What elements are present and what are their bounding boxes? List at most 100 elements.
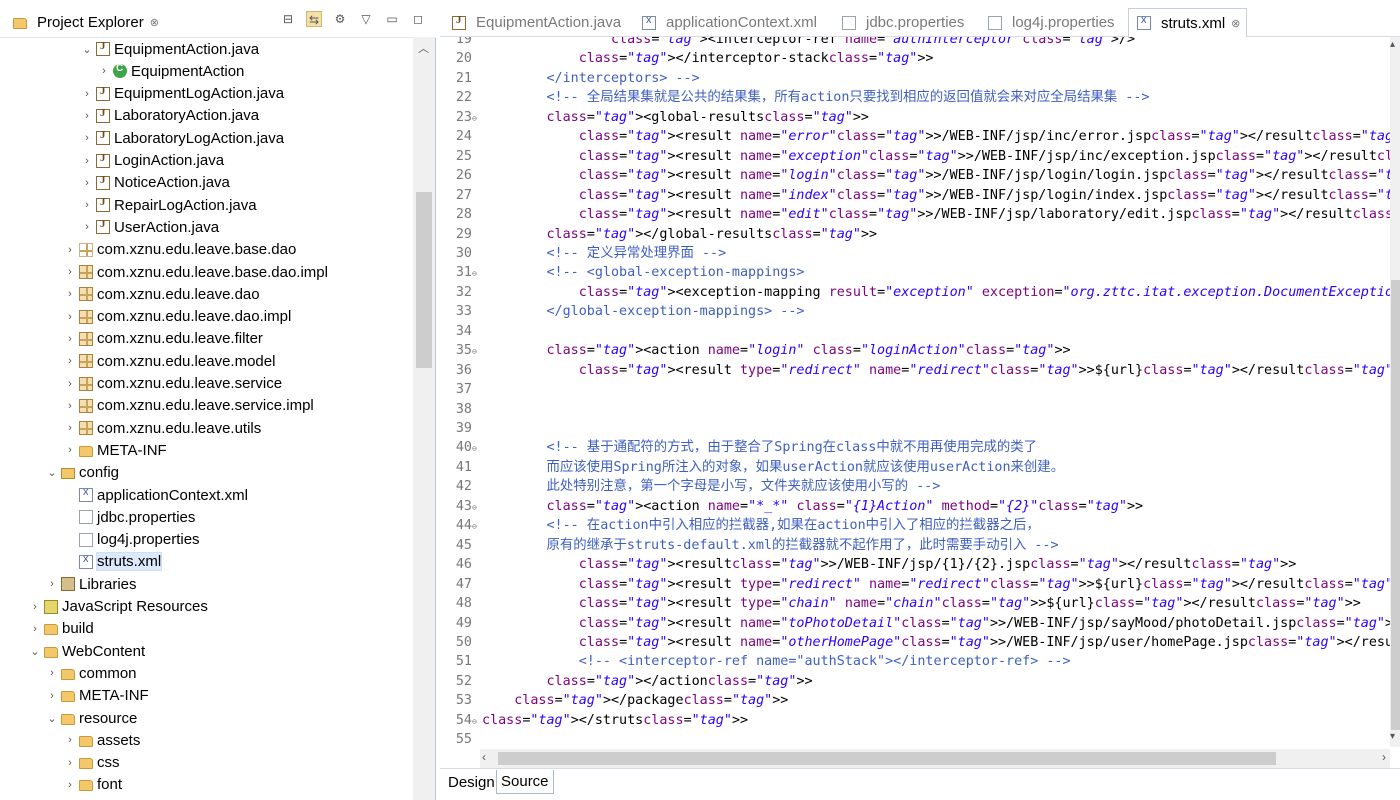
scroll-right-icon[interactable]: ›	[1382, 750, 1386, 764]
tree-item[interactable]: › LaboratoryAction.java	[80, 105, 259, 127]
chevron-down-icon[interactable]: ▽	[358, 11, 374, 27]
code-line[interactable]: 25 class="tag"><result name="exception"c…	[440, 147, 1390, 166]
editor-tab[interactable]: struts.xml ⊗	[1128, 8, 1248, 37]
code-line[interactable]: 41 而应该使用Spring所注入的对象，如果userAction就应该使用us…	[440, 458, 1390, 477]
tree-item[interactable]: › assets	[63, 729, 140, 751]
fold-toggle-icon[interactable]: ⊖	[472, 342, 482, 361]
tab-source[interactable]: Source	[496, 770, 554, 794]
tree-item[interactable]: › com.xznu.edu.leave.service.impl	[63, 395, 314, 417]
tree-item[interactable]: › com.xznu.edu.leave.utils	[63, 417, 261, 439]
code-line[interactable]: 32 class="tag"><exception-mapping result…	[440, 283, 1390, 302]
tree-item[interactable]: › com.xznu.edu.leave.base.dao.impl	[63, 261, 328, 283]
close-icon[interactable]: ⊗	[1231, 17, 1240, 30]
tree-item[interactable]: › com.xznu.edu.leave.dao.impl	[63, 306, 291, 328]
chevron-right-icon[interactable]: ›	[80, 221, 94, 233]
tree-item[interactable]: › NoticeAction.java	[80, 172, 230, 194]
tree-item[interactable]: ⌄ WebContent	[28, 640, 145, 662]
fold-toggle-icon[interactable]: ⊖	[472, 109, 482, 128]
maximize-icon[interactable]: ◻	[410, 11, 426, 27]
code-line[interactable]: 44⊖ <!-- 在action中引入相应的拦截器,如果在action中引入了相…	[440, 516, 1390, 535]
code-line[interactable]: 20 class="tag"></interceptor-stackclass=…	[440, 49, 1390, 68]
close-icon[interactable]: ⊗	[150, 16, 159, 29]
editor-vertical-scrollbar-thumb[interactable]	[1391, 280, 1400, 730]
chevron-right-icon[interactable]: ›	[63, 400, 77, 412]
tree-item[interactable]: › com.xznu.edu.leave.dao	[63, 283, 259, 305]
code-line[interactable]: 54⊖ class="tag"></strutsclass="tag">>	[440, 711, 1390, 730]
editor-tab[interactable]: EquipmentAction.java	[444, 8, 627, 37]
code-area[interactable]: 19 class="tag"><interceptor-ref name="au…	[440, 37, 1390, 747]
tree-item[interactable]: › common	[45, 662, 136, 684]
scroll-up-icon[interactable]: ︿	[418, 40, 429, 56]
tree-item[interactable]: applicationContext.xml	[63, 484, 248, 506]
code-line[interactable]: 53 class="tag"></packageclass="tag">>	[440, 691, 1390, 710]
chevron-right-icon[interactable]: ›	[45, 667, 59, 679]
code-line[interactable]: 43⊖ class="tag"><action name="*_*" class…	[440, 497, 1390, 516]
scroll-left-icon[interactable]: ‹	[482, 750, 486, 764]
code-line[interactable]: 23⊖ class="tag"><global-resultsclass="ta…	[440, 108, 1390, 127]
code-line[interactable]: 38	[440, 400, 1390, 419]
tree-item[interactable]: › css	[63, 752, 119, 774]
chevron-down-icon[interactable]: ⌄	[80, 43, 94, 56]
code-line[interactable]: 28 class="tag"><result name="edit"class=…	[440, 205, 1390, 224]
link-with-editor-icon[interactable]: ⇆	[306, 11, 322, 27]
code-line[interactable]: 29 class="tag"></global-resultsclass="ta…	[440, 225, 1390, 244]
chevron-right-icon[interactable]: ›	[97, 65, 111, 77]
chevron-right-icon[interactable]: ›	[45, 690, 59, 702]
chevron-right-icon[interactable]: ›	[63, 734, 77, 746]
chevron-right-icon[interactable]: ›	[80, 199, 94, 211]
tree-item[interactable]: struts.xml	[63, 551, 163, 573]
chevron-down-icon[interactable]: ⌄	[45, 712, 59, 725]
tree-item[interactable]: › JavaScript Resources	[28, 596, 208, 618]
chevron-right-icon[interactable]: ›	[63, 266, 77, 278]
code-line[interactable]: 24 class="tag"><result name="error"class…	[440, 127, 1390, 146]
scroll-up-icon[interactable]: ▴	[1390, 39, 1395, 50]
tree-item[interactable]: › build	[28, 618, 94, 640]
chevron-right-icon[interactable]: ›	[63, 244, 77, 256]
tree-item[interactable]: › META-INF	[45, 685, 149, 707]
chevron-right-icon[interactable]: ›	[63, 355, 77, 367]
tree-item[interactable]: › META-INF	[63, 439, 167, 461]
chevron-right-icon[interactable]: ›	[80, 177, 94, 189]
tree-item[interactable]: › LaboratoryLogAction.java	[80, 127, 284, 149]
fold-toggle-icon[interactable]: ⊖	[472, 517, 482, 536]
code-line[interactable]: 27 class="tag"><result name="index"class…	[440, 186, 1390, 205]
tree-scrollbar-thumb[interactable]	[416, 192, 432, 368]
chevron-right-icon[interactable]: ›	[63, 333, 77, 345]
code-line[interactable]: 50 class="tag"><result name="otherHomePa…	[440, 633, 1390, 652]
fold-toggle-icon[interactable]: ⊖	[472, 498, 482, 517]
tree-item[interactable]: › com.xznu.edu.leave.base.dao	[63, 239, 296, 261]
fold-toggle-icon[interactable]: ⊖	[472, 712, 482, 731]
chevron-right-icon[interactable]: ›	[80, 132, 94, 144]
code-line[interactable]: 22 <!-- 全局结果集就是公共的结果集，所有action只要找到相应的返回值…	[440, 88, 1390, 107]
project-explorer-tab[interactable]: Project Explorer ⊗	[3, 8, 167, 36]
tree-scrollbar[interactable]: ︿	[413, 37, 435, 800]
editor-tab[interactable]: jdbc.properties	[834, 8, 970, 37]
tree-item[interactable]: › font	[63, 774, 122, 796]
code-line[interactable]: 40⊖ <!-- 基于通配符的方式，由于整合了Spring在class中就不用再…	[440, 438, 1390, 457]
tab-design[interactable]: Design	[444, 770, 499, 794]
tree-item[interactable]: › com.xznu.edu.leave.service	[63, 373, 282, 395]
fold-toggle-icon[interactable]: ⊖	[472, 439, 482, 458]
code-line[interactable]: 34	[440, 322, 1390, 341]
code-line[interactable]: 37	[440, 380, 1390, 399]
chevron-right-icon[interactable]: ›	[63, 757, 77, 769]
tree-item[interactable]: › com.xznu.edu.leave.filter	[63, 328, 263, 350]
code-line[interactable]: 42 此处特别注意，第一个字母是小写，文件夹就应该使用小写的 -->	[440, 477, 1390, 496]
code-line[interactable]: 52 class="tag"></actionclass="tag">>	[440, 672, 1390, 691]
chevron-down-icon[interactable]: ⌄	[28, 645, 42, 658]
code-line[interactable]: 51 <!-- <interceptor-ref name="authStack…	[440, 652, 1390, 671]
chevron-right-icon[interactable]: ›	[28, 601, 42, 613]
chevron-right-icon[interactable]: ›	[63, 311, 77, 323]
editor-tab[interactable]: log4j.properties	[980, 8, 1121, 37]
code-line[interactable]: 55	[440, 730, 1390, 747]
code-line[interactable]: 35⊖ class="tag"><action name="login" cla…	[440, 341, 1390, 360]
editor-horizontal-scrollbar[interactable]: ‹ ›	[480, 749, 1390, 768]
tree-item[interactable]: › EquipmentAction	[97, 60, 244, 82]
tree-item[interactable]: jdbc.properties	[63, 506, 195, 528]
code-line[interactable]: 45 原有的继承于struts-default.xml的拦截器就不起作用了，此时…	[440, 536, 1390, 555]
chevron-right-icon[interactable]: ›	[63, 288, 77, 300]
tree-item[interactable]: log4j.properties	[63, 529, 200, 551]
editor-vertical-scrollbar[interactable]: ▴ ▾	[1390, 37, 1400, 747]
chevron-right-icon[interactable]: ›	[63, 779, 77, 791]
code-line[interactable]: 19 class="tag"><interceptor-ref name="au…	[440, 37, 1390, 49]
